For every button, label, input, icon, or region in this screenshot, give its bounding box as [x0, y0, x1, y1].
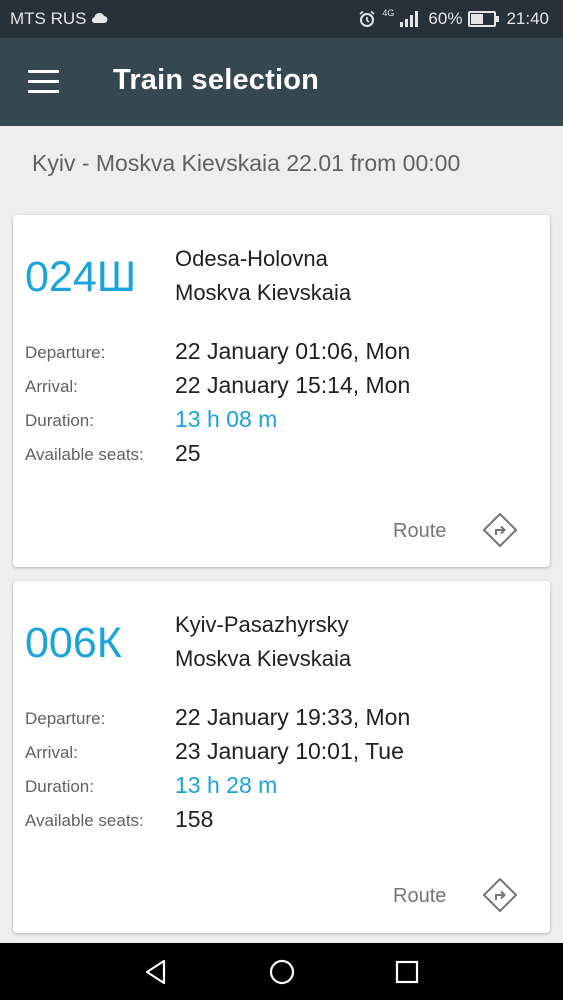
departure-label: Departure: [25, 343, 106, 362]
battery-icon [468, 11, 500, 27]
alarm-icon [359, 10, 375, 27]
directions-icon[interactable] [482, 877, 518, 913]
destination-station: Moskva Kievskaia [175, 280, 352, 305]
page-title: Train selection [113, 64, 320, 96]
train-number: 024Ш [25, 253, 137, 301]
arrival-label: Arrival: [25, 743, 78, 762]
origin-station: Odesa-Holovna [175, 246, 328, 271]
duration-value: 13 h 08 m [175, 406, 278, 432]
duration-label: Duration: [25, 777, 94, 796]
route-button[interactable]: Route [393, 885, 446, 908]
status-bar: MTS RUS 4G 60% 21:40 [0, 0, 563, 38]
train-card[interactable]: 006К Kyiv-Pasazhyrsky Moskva Kievskaia D… [13, 581, 550, 933]
departure-label: Departure: [25, 709, 106, 728]
seats-value: 158 [175, 806, 214, 832]
hamburger-menu-icon[interactable] [28, 70, 59, 94]
departure-value: 22 January 19:33, Mon [175, 704, 411, 730]
duration-label: Duration: [25, 411, 94, 430]
departure-value: 22 January 01:06, Mon [175, 338, 411, 364]
app-bar: Train selection [0, 38, 563, 126]
recent-apps-icon[interactable] [393, 958, 421, 986]
network-type: 4G [382, 8, 395, 18]
battery-percent: 60% [428, 9, 463, 28]
arrival-value: 22 January 15:14, Mon [175, 372, 411, 398]
carrier-name: MTS RUS [10, 9, 87, 28]
navigation-bar [0, 943, 563, 1000]
seats-label: Available seats: [25, 811, 144, 830]
cloud-icon [91, 13, 108, 23]
status-icons: 4G 60% 21:40 [358, 8, 549, 29]
search-summary: Kyiv - Moskva Kievskaia 22.01 from 00:00 [32, 150, 461, 176]
signal-icon [400, 11, 422, 27]
directions-icon[interactable] [482, 512, 518, 548]
clock: 21:40 [506, 9, 549, 28]
origin-station: Kyiv-Pasazhyrsky [175, 612, 349, 637]
route-button[interactable]: Route [393, 520, 446, 543]
arrival-value: 23 January 10:01, Tue [175, 738, 404, 764]
seats-label: Available seats: [25, 445, 144, 464]
arrival-label: Arrival: [25, 377, 78, 396]
seats-value: 25 [175, 440, 201, 466]
back-icon[interactable] [142, 958, 170, 986]
duration-value: 13 h 28 m [175, 772, 278, 798]
home-icon[interactable] [268, 958, 296, 986]
train-card[interactable]: 024Ш Odesa-Holovna Moskva Kievskaia Depa… [13, 215, 550, 567]
destination-station: Moskva Kievskaia [175, 646, 352, 671]
train-number: 006К [25, 619, 122, 667]
